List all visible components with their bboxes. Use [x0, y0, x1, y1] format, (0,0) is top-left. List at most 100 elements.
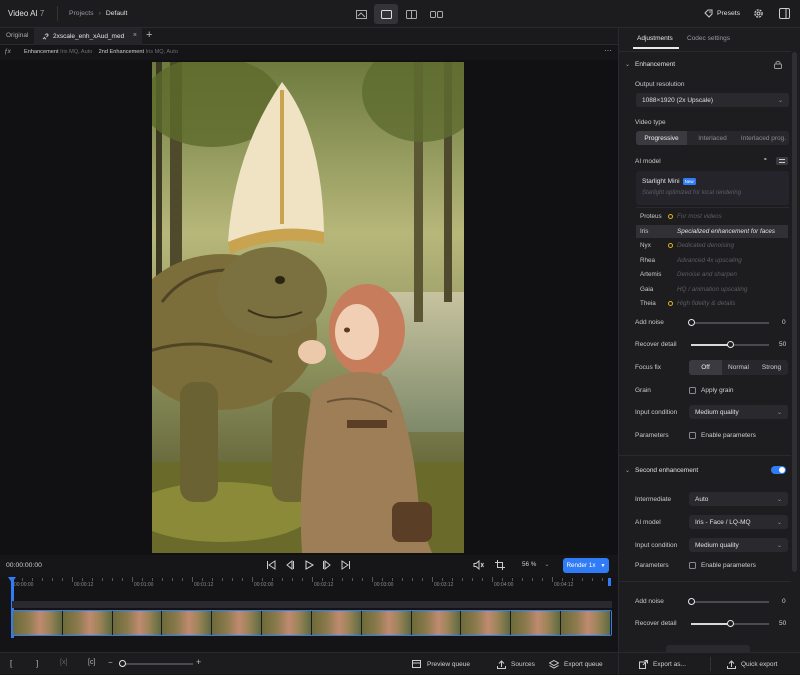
more-icon[interactable]: ···	[604, 46, 612, 55]
scrollbar[interactable]	[792, 52, 797, 572]
slider-knob[interactable]	[118, 660, 126, 667]
tab-codec-settings[interactable]: Codec settings	[687, 35, 730, 42]
intermediate-select[interactable]: Auto ⌄	[689, 492, 788, 506]
step-forward-icon[interactable]	[322, 560, 332, 570]
tab-active[interactable]: 2xscale_enh_xAud_med ×	[34, 28, 142, 45]
second-parameters-label: Parameters	[635, 562, 669, 569]
ruler-tick-mark	[452, 578, 453, 581]
toggle-panel-icon[interactable]	[779, 8, 790, 19]
video-type-label: Video type	[635, 119, 666, 126]
checkbox[interactable]	[689, 387, 696, 394]
step-back-icon[interactable]	[285, 560, 295, 570]
timeline-zoom-slider[interactable]	[118, 659, 193, 669]
second-input-condition-select[interactable]: Medium quality ⌄	[689, 538, 788, 552]
timeline[interactable]: 00:00:00 00:00:12 00:01:00 00:01:12 00:02:00…	[0, 577, 618, 652]
chevron-down-icon[interactable]: ⌄	[625, 61, 630, 68]
apply-grain-checkbox[interactable]: Apply grain	[689, 387, 734, 394]
out-marker[interactable]	[608, 578, 611, 586]
skip-end-icon[interactable]	[341, 560, 351, 570]
second-add-noise-slider[interactable]	[687, 597, 769, 607]
tab-original[interactable]: Original	[6, 32, 28, 39]
close-icon[interactable]: ×	[133, 32, 137, 39]
zoom-select[interactable]: 56 % ⌄	[522, 561, 549, 568]
add-noise-slider[interactable]	[687, 318, 769, 328]
enable-parameters-label: Enable parameters	[701, 432, 756, 439]
mark-frame-icon[interactable]: [c]	[88, 659, 95, 666]
slider-knob[interactable]	[726, 341, 734, 348]
list-icon[interactable]	[776, 157, 788, 165]
render-button[interactable]: Render 1x ▼	[563, 558, 609, 573]
enable-parameters-checkbox[interactable]: Enable parameters	[689, 432, 756, 439]
focus-fix-off[interactable]: Off	[689, 360, 722, 375]
preview-queue-button[interactable]: Preview queue	[412, 660, 470, 668]
model-row-proteus[interactable]: Proteus For most videos	[636, 210, 788, 223]
model-row-rhea[interactable]: Rhea Advanced 4x upscaling	[636, 254, 788, 267]
volume-mute-icon[interactable]	[473, 560, 484, 570]
mark-out-icon[interactable]: ]	[36, 659, 38, 668]
ruler-tick-mark	[532, 578, 533, 581]
second-enable-parameters-checkbox[interactable]: Enable parameters	[689, 562, 756, 569]
ruler-tick-label: 00:02:00	[254, 582, 274, 588]
ruler-tick-mark	[582, 578, 583, 581]
checkbox[interactable]	[689, 562, 696, 569]
single-view-icon[interactable]	[374, 4, 398, 24]
input-condition-select[interactable]: Medium quality ⌄	[689, 405, 788, 419]
video-frame[interactable]	[152, 62, 464, 553]
crop-icon[interactable]	[495, 560, 505, 570]
checkbox[interactable]	[689, 432, 696, 439]
second-ai-model-select[interactable]: Iris - Face / LQ-MQ ⌄	[689, 515, 788, 529]
collapsed-control[interactable]	[666, 645, 750, 652]
split-view-icon[interactable]	[399, 5, 423, 23]
ruler-tick-mark	[472, 578, 473, 581]
tab-adjustments[interactable]: Adjustments	[637, 35, 673, 42]
presets-button[interactable]: Presets	[704, 9, 740, 18]
add-tab-icon[interactable]: +	[146, 29, 152, 41]
zoom-in-icon[interactable]: +	[196, 657, 201, 667]
zoom-out-icon[interactable]: −	[108, 659, 113, 667]
enh2-label: 2nd Enhancement	[98, 49, 145, 55]
export-as-button[interactable]: Export as...	[639, 660, 686, 669]
upload-icon	[497, 660, 506, 669]
model-row-theia[interactable]: Theia High fidelity & details	[636, 297, 788, 310]
starlight-card[interactable]: Starlight Mini New Starlight optimized f…	[636, 171, 789, 205]
focus-fix-normal[interactable]: Normal	[722, 360, 755, 375]
single-view-original-icon[interactable]	[349, 5, 373, 23]
video-type-interlaced[interactable]: Interlaced	[687, 131, 738, 145]
chevron-down-icon: ⌄	[776, 496, 782, 503]
chevron-down-icon[interactable]: ⌄	[625, 467, 630, 474]
output-resolution-select[interactable]: 1088×1920 (2x Upscale) ⌄	[636, 93, 789, 107]
focus-fix-strong[interactable]: Strong	[755, 360, 788, 375]
gear-icon[interactable]	[753, 8, 764, 19]
chevron-down-icon: ⌄	[776, 542, 782, 549]
second-recover-detail-slider[interactable]	[691, 619, 769, 629]
app-version: 7	[39, 9, 45, 18]
side-by-side-icon[interactable]	[424, 5, 448, 23]
clear-marks-icon[interactable]: [x]	[60, 659, 67, 666]
second-enhancement-toggle[interactable]	[771, 466, 786, 474]
model-row-iris[interactable]: Iris Specialized enhancement for faces	[636, 224, 788, 238]
thumbnail-strip[interactable]	[12, 610, 612, 636]
ruler-tick-label: 00:03:00	[374, 582, 394, 588]
quick-export-button[interactable]: Quick export	[727, 660, 778, 669]
lock-icon[interactable]	[774, 60, 782, 69]
play-icon[interactable]	[304, 560, 314, 570]
breadcrumb-root[interactable]: Projects	[69, 10, 94, 17]
model-row-gaia[interactable]: Gaia HQ / animation upscaling	[636, 283, 788, 296]
sources-button[interactable]: Sources	[497, 660, 535, 669]
slider-knob[interactable]	[687, 319, 695, 326]
breadcrumb-current[interactable]: Default	[106, 10, 128, 17]
slider-knob[interactable]	[687, 598, 695, 605]
export-queue-button[interactable]: Export queue	[549, 660, 603, 669]
mark-in-icon[interactable]: [	[10, 659, 12, 668]
video-type-interlaced-prog[interactable]: Interlaced prog.	[738, 131, 789, 145]
model-row-artemis[interactable]: Artemis Denoise and sharpen	[636, 268, 788, 281]
slider-knob[interactable]	[726, 620, 734, 627]
model-row-nyx[interactable]: Nyx Dedicated denoising	[636, 239, 788, 252]
compare-icon[interactable]: ⚭	[763, 157, 768, 163]
ruler-tick-mark	[412, 578, 413, 581]
video-type-progressive[interactable]: Progressive	[636, 131, 687, 145]
recover-detail-slider[interactable]	[691, 340, 769, 350]
ruler-tick-label: 00:04:00	[494, 582, 514, 588]
model-indicator-dot	[668, 301, 673, 306]
skip-start-icon[interactable]	[266, 560, 276, 570]
